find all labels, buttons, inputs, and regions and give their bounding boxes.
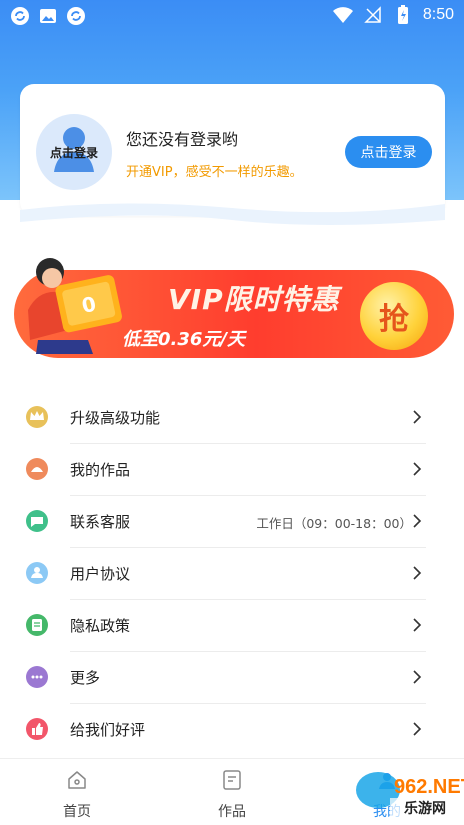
card-wave-decoration [20, 203, 445, 225]
thumbs-up-icon [26, 718, 48, 740]
works-tab-icon [223, 770, 241, 790]
list-item[interactable]: 隐私政策 [0, 600, 464, 652]
list-item[interactable]: 给我们好评 [0, 704, 464, 756]
chevron-right-icon [410, 510, 424, 532]
more-icon [26, 666, 48, 688]
list-item-label: 更多 [70, 669, 101, 687]
list-item-label: 联系客服 [70, 513, 131, 531]
crown-icon [26, 406, 48, 428]
list-item[interactable]: 更多 [0, 652, 464, 704]
banner-mascot-illustration: 0 [28, 258, 122, 354]
banner-price: 低至0.36元/天 [122, 329, 245, 350]
chevron-right-icon [410, 614, 424, 636]
list-item-label: 升级高级功能 [70, 409, 161, 427]
user-agreement-icon [26, 562, 48, 584]
chevron-right-icon [410, 562, 424, 584]
list-item-label: 用户协议 [70, 565, 131, 583]
chevron-right-icon [410, 666, 424, 688]
list-item[interactable]: 用户协议 [0, 548, 464, 600]
image-icon [38, 6, 58, 26]
chevron-right-icon [410, 458, 424, 480]
status-bar: 8:50 [0, 0, 464, 32]
list-item-label: 隐私政策 [70, 617, 131, 635]
works-icon [26, 458, 48, 480]
list-item[interactable]: 联系客服 工作日（09：00-18：00） [0, 496, 464, 548]
login-prompt-title: 您还没有登录哟 [126, 130, 239, 149]
wifi-icon [332, 5, 353, 25]
list-item[interactable]: 升级高级功能 [0, 392, 464, 444]
list-item-label: 我的作品 [70, 461, 131, 479]
battery-icon [393, 5, 413, 25]
avatar-login-label[interactable]: 点击登录 [36, 144, 112, 161]
watermark-text: 962.NET [394, 776, 464, 798]
home-icon [68, 771, 86, 789]
watermark-subtext: 乐游网 [404, 801, 446, 817]
chevron-right-icon [410, 718, 424, 740]
no-signal-icon [363, 5, 383, 25]
nav-home[interactable]: 首页 [37, 769, 117, 821]
status-time: 8:50 [422, 6, 454, 23]
login-button[interactable]: 点击登录 [345, 136, 432, 168]
banner-title: VIP限时特惠 [168, 283, 340, 316]
chat-icon [26, 510, 48, 532]
grab-button[interactable]: 抢 [360, 282, 428, 350]
list-item-label: 给我们好评 [70, 721, 146, 739]
nav-home-label: 首页 [63, 804, 91, 820]
list-item[interactable]: 我的作品 [0, 444, 464, 496]
chevron-right-icon [410, 406, 424, 428]
vip-promo-text: 开通VIP，感受不一样的乐趣。 [126, 165, 303, 180]
sync-icon-2 [66, 6, 86, 26]
nav-works[interactable]: 作品 [192, 769, 272, 821]
nav-works-label: 作品 [218, 804, 246, 820]
list-item-value: 工作日（09：00-18：00） [256, 516, 412, 531]
privacy-icon [26, 614, 48, 636]
sync-icon [10, 6, 30, 26]
